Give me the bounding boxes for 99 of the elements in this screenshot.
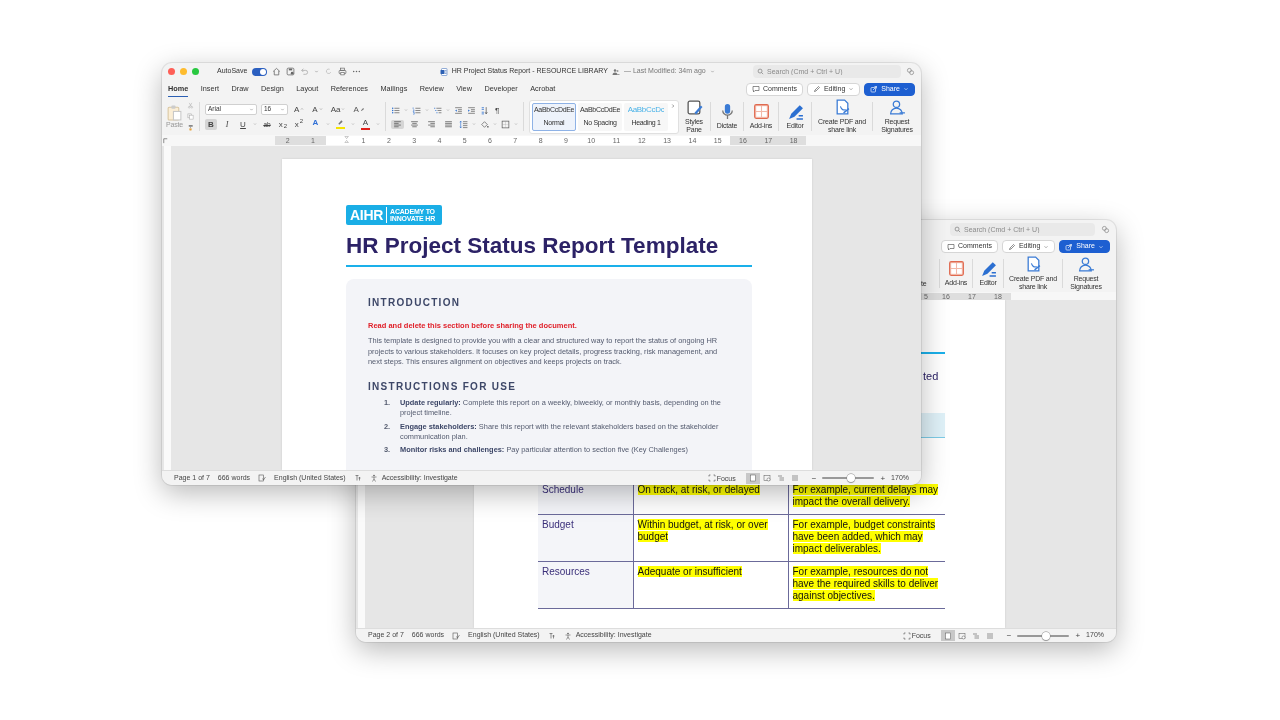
print-icon[interactable] xyxy=(338,67,348,76)
align-left-button[interactable] xyxy=(391,119,404,129)
align-justify-button[interactable] xyxy=(442,119,455,129)
tab-selector-icon xyxy=(162,137,169,144)
accessibility-icon xyxy=(369,474,378,482)
comment-icon xyxy=(947,242,956,251)
slider-thumb[interactable] xyxy=(847,474,855,482)
sort-icon[interactable] xyxy=(480,105,489,115)
shading-icon[interactable] xyxy=(480,119,489,129)
highlighter-icon xyxy=(337,119,344,126)
cut-icon xyxy=(187,102,194,109)
table-cell: Budget xyxy=(538,514,633,562)
table-cell: For example, budget constraints have been added, which may impact deliverables. xyxy=(788,514,945,562)
bold-button[interactable]: B xyxy=(205,118,217,130)
document-title: HR Project Status Report Template xyxy=(346,232,720,260)
pencil-icon xyxy=(1007,242,1016,251)
format-painter-icon xyxy=(187,124,194,131)
table-cell: For example, resources do not have the required skills to deliver against objectives. xyxy=(788,561,945,609)
table-header-band xyxy=(919,413,945,438)
caret-icon xyxy=(1098,243,1104,250)
addins-icon xyxy=(752,103,770,121)
shrink-font-button[interactable]: A xyxy=(310,103,325,115)
text-effects-button[interactable]: A xyxy=(309,118,322,130)
editor-icon xyxy=(786,103,804,121)
more-styles-icon xyxy=(670,102,676,109)
caret-icon xyxy=(249,106,254,112)
italic-button[interactable]: I xyxy=(221,118,233,130)
signatures-icon xyxy=(1077,256,1095,274)
paragraph-marks-button[interactable]: ¶ xyxy=(493,104,502,116)
caret-icon xyxy=(709,69,715,74)
borders-icon[interactable] xyxy=(501,119,510,129)
font-color-button[interactable]: A xyxy=(359,118,372,130)
align-justify-icon xyxy=(444,119,453,129)
section-heading: INSTRUCTIONS FOR USE xyxy=(368,381,518,394)
share-link-icon xyxy=(1101,224,1110,234)
copy-icon xyxy=(187,113,194,120)
text-predictions-icon xyxy=(547,631,556,640)
align-left-icon xyxy=(393,119,402,129)
print-layout-button[interactable] xyxy=(940,630,955,641)
share-icon xyxy=(870,85,879,93)
slider-thumb[interactable] xyxy=(1042,631,1050,640)
styles-pane-icon xyxy=(685,99,703,117)
change-case-button[interactable]: Aa xyxy=(328,103,348,115)
paste-icon xyxy=(166,104,183,122)
zoom-out-button[interactable]: − xyxy=(1004,630,1014,641)
increase-indent-icon[interactable] xyxy=(467,105,476,115)
section-heading: INTRODUCTION xyxy=(368,297,462,309)
proofing-icon xyxy=(258,474,267,482)
align-center-button[interactable] xyxy=(408,119,421,129)
decrease-indent-icon[interactable] xyxy=(454,105,463,115)
home-icon[interactable] xyxy=(272,67,282,76)
caret-icon xyxy=(1043,243,1050,250)
document-icon xyxy=(439,67,448,76)
text-predictions-icon xyxy=(353,474,362,482)
caret-icon xyxy=(848,86,855,92)
caret-icon[interactable] xyxy=(314,69,320,74)
align-right-icon xyxy=(427,119,436,129)
signatures-icon xyxy=(888,99,906,117)
align-right-button[interactable] xyxy=(425,119,438,129)
print-layout-icon xyxy=(748,474,757,482)
autosave-toggle[interactable] xyxy=(252,67,268,76)
title-underline xyxy=(919,352,945,354)
align-center-icon xyxy=(410,119,419,129)
caret-icon xyxy=(280,106,285,112)
outline-layout-icon xyxy=(971,631,980,640)
redo-icon[interactable] xyxy=(324,67,334,76)
heading-text: ted xyxy=(923,370,939,383)
proofing-icon xyxy=(452,631,461,640)
underline-button[interactable]: U xyxy=(237,118,249,130)
focus-icon xyxy=(902,631,911,640)
highlight-button[interactable] xyxy=(334,119,347,129)
grow-font-button[interactable]: A xyxy=(292,103,307,115)
clear-formatting-button[interactable]: A xyxy=(351,103,367,115)
focus-icon xyxy=(707,474,716,482)
superscript-button[interactable]: x$^{2}$ xyxy=(293,118,305,130)
line-spacing-icon[interactable] xyxy=(459,119,468,129)
pencil-icon xyxy=(812,85,821,93)
subscript-button[interactable]: x$_{2}$ xyxy=(277,118,289,130)
save-icon[interactable] xyxy=(286,67,296,76)
numbered-list-icon[interactable] xyxy=(412,105,421,115)
print-layout-button[interactable] xyxy=(745,472,760,484)
undo-icon[interactable] xyxy=(300,67,310,76)
zoom-slider[interactable] xyxy=(1017,634,1070,637)
comment-icon xyxy=(752,85,761,93)
addins-icon xyxy=(947,260,965,278)
bullets-icon[interactable] xyxy=(391,105,400,115)
people-icon xyxy=(611,67,620,76)
draft-layout-icon xyxy=(790,474,799,482)
share-icon xyxy=(1065,242,1074,251)
editor-icon xyxy=(979,260,997,278)
multilevel-list-icon[interactable] xyxy=(433,105,442,115)
web-layout-icon xyxy=(762,474,771,482)
accessibility-icon xyxy=(563,631,572,640)
draft-layout-icon xyxy=(985,631,994,640)
table-cell: Resources xyxy=(538,561,633,609)
caret-icon xyxy=(903,86,909,92)
share-link-icon xyxy=(906,67,915,76)
zoom-in-button[interactable]: + xyxy=(1073,630,1083,641)
outline-layout-icon xyxy=(776,474,785,482)
